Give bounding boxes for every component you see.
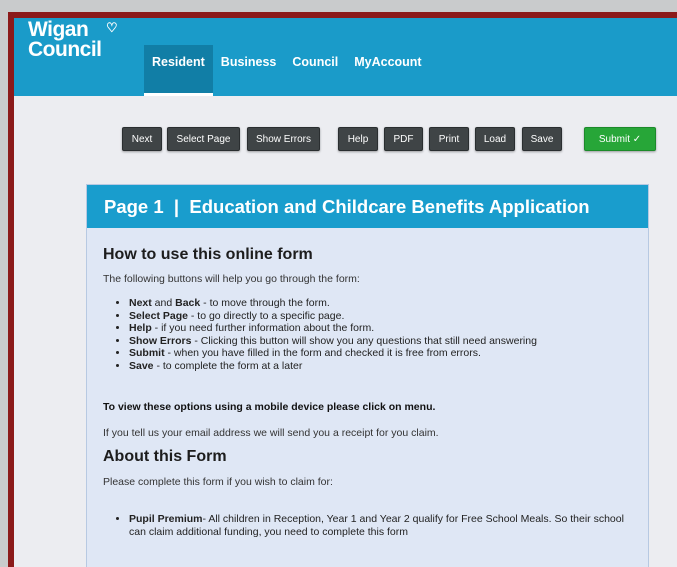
list-item: Next and Back - to move through the form… (129, 297, 537, 310)
nav-council[interactable]: Council (284, 45, 346, 96)
main-nav: Resident Business Council MyAccount (144, 45, 430, 96)
list-item: Submit - when you have filled in the for… (129, 347, 537, 360)
list-item: Help - if you need further information a… (129, 322, 537, 335)
nav-myaccount[interactable]: MyAccount (346, 45, 429, 96)
how-intro: The following buttons will help you go t… (103, 273, 360, 285)
how-to-heading: How to use this online form (103, 246, 313, 263)
list-item: Show Errors - Clicking this button will … (129, 335, 537, 348)
pdf-button[interactable]: PDF (384, 127, 423, 151)
about-heading: About this Form (103, 448, 227, 465)
logo-line-2: Council (28, 38, 102, 61)
email-note: If you tell us your email address we wil… (103, 427, 439, 439)
about-list: Pupil Premium- All children in Reception… (103, 513, 629, 538)
page: Wigan Council ♡ Resident Business Counci… (14, 18, 677, 567)
help-button[interactable]: Help (338, 127, 378, 151)
load-button[interactable]: Load (475, 127, 515, 151)
next-button[interactable]: Next (122, 127, 162, 151)
logo-line-1: Wigan (28, 18, 89, 41)
site-header: Wigan Council ♡ Resident Business Counci… (14, 18, 677, 96)
heart-icon: ♡ (106, 20, 118, 35)
list-item: Select Page - to go directly to a specif… (129, 310, 537, 323)
how-list: Next and Back - to move through the form… (103, 297, 537, 373)
form-title: Page 1 | Education and Childcare Benefit… (87, 185, 648, 228)
list-item: Pupil Premium- All children in Reception… (129, 513, 629, 538)
form-toolbar: Next Select Page Show Errors Help PDF Pr… (14, 127, 677, 153)
list-item: Save - to complete the form at a later (129, 360, 537, 373)
form-panel: Page 1 | Education and Childcare Benefit… (86, 184, 649, 567)
wigan-council-logo[interactable]: Wigan Council ♡ (28, 18, 118, 61)
about-intro: Please complete this form if you wish to… (103, 476, 333, 488)
mobile-note: To view these options using a mobile dev… (103, 401, 436, 413)
nav-resident[interactable]: Resident (144, 45, 213, 96)
select-page-button[interactable]: Select Page (167, 127, 240, 151)
nav-business[interactable]: Business (213, 45, 285, 96)
submit-button[interactable]: Submit ✓ (584, 127, 656, 151)
print-button[interactable]: Print (429, 127, 469, 151)
show-errors-button[interactable]: Show Errors (247, 127, 320, 151)
save-button[interactable]: Save (522, 127, 562, 151)
